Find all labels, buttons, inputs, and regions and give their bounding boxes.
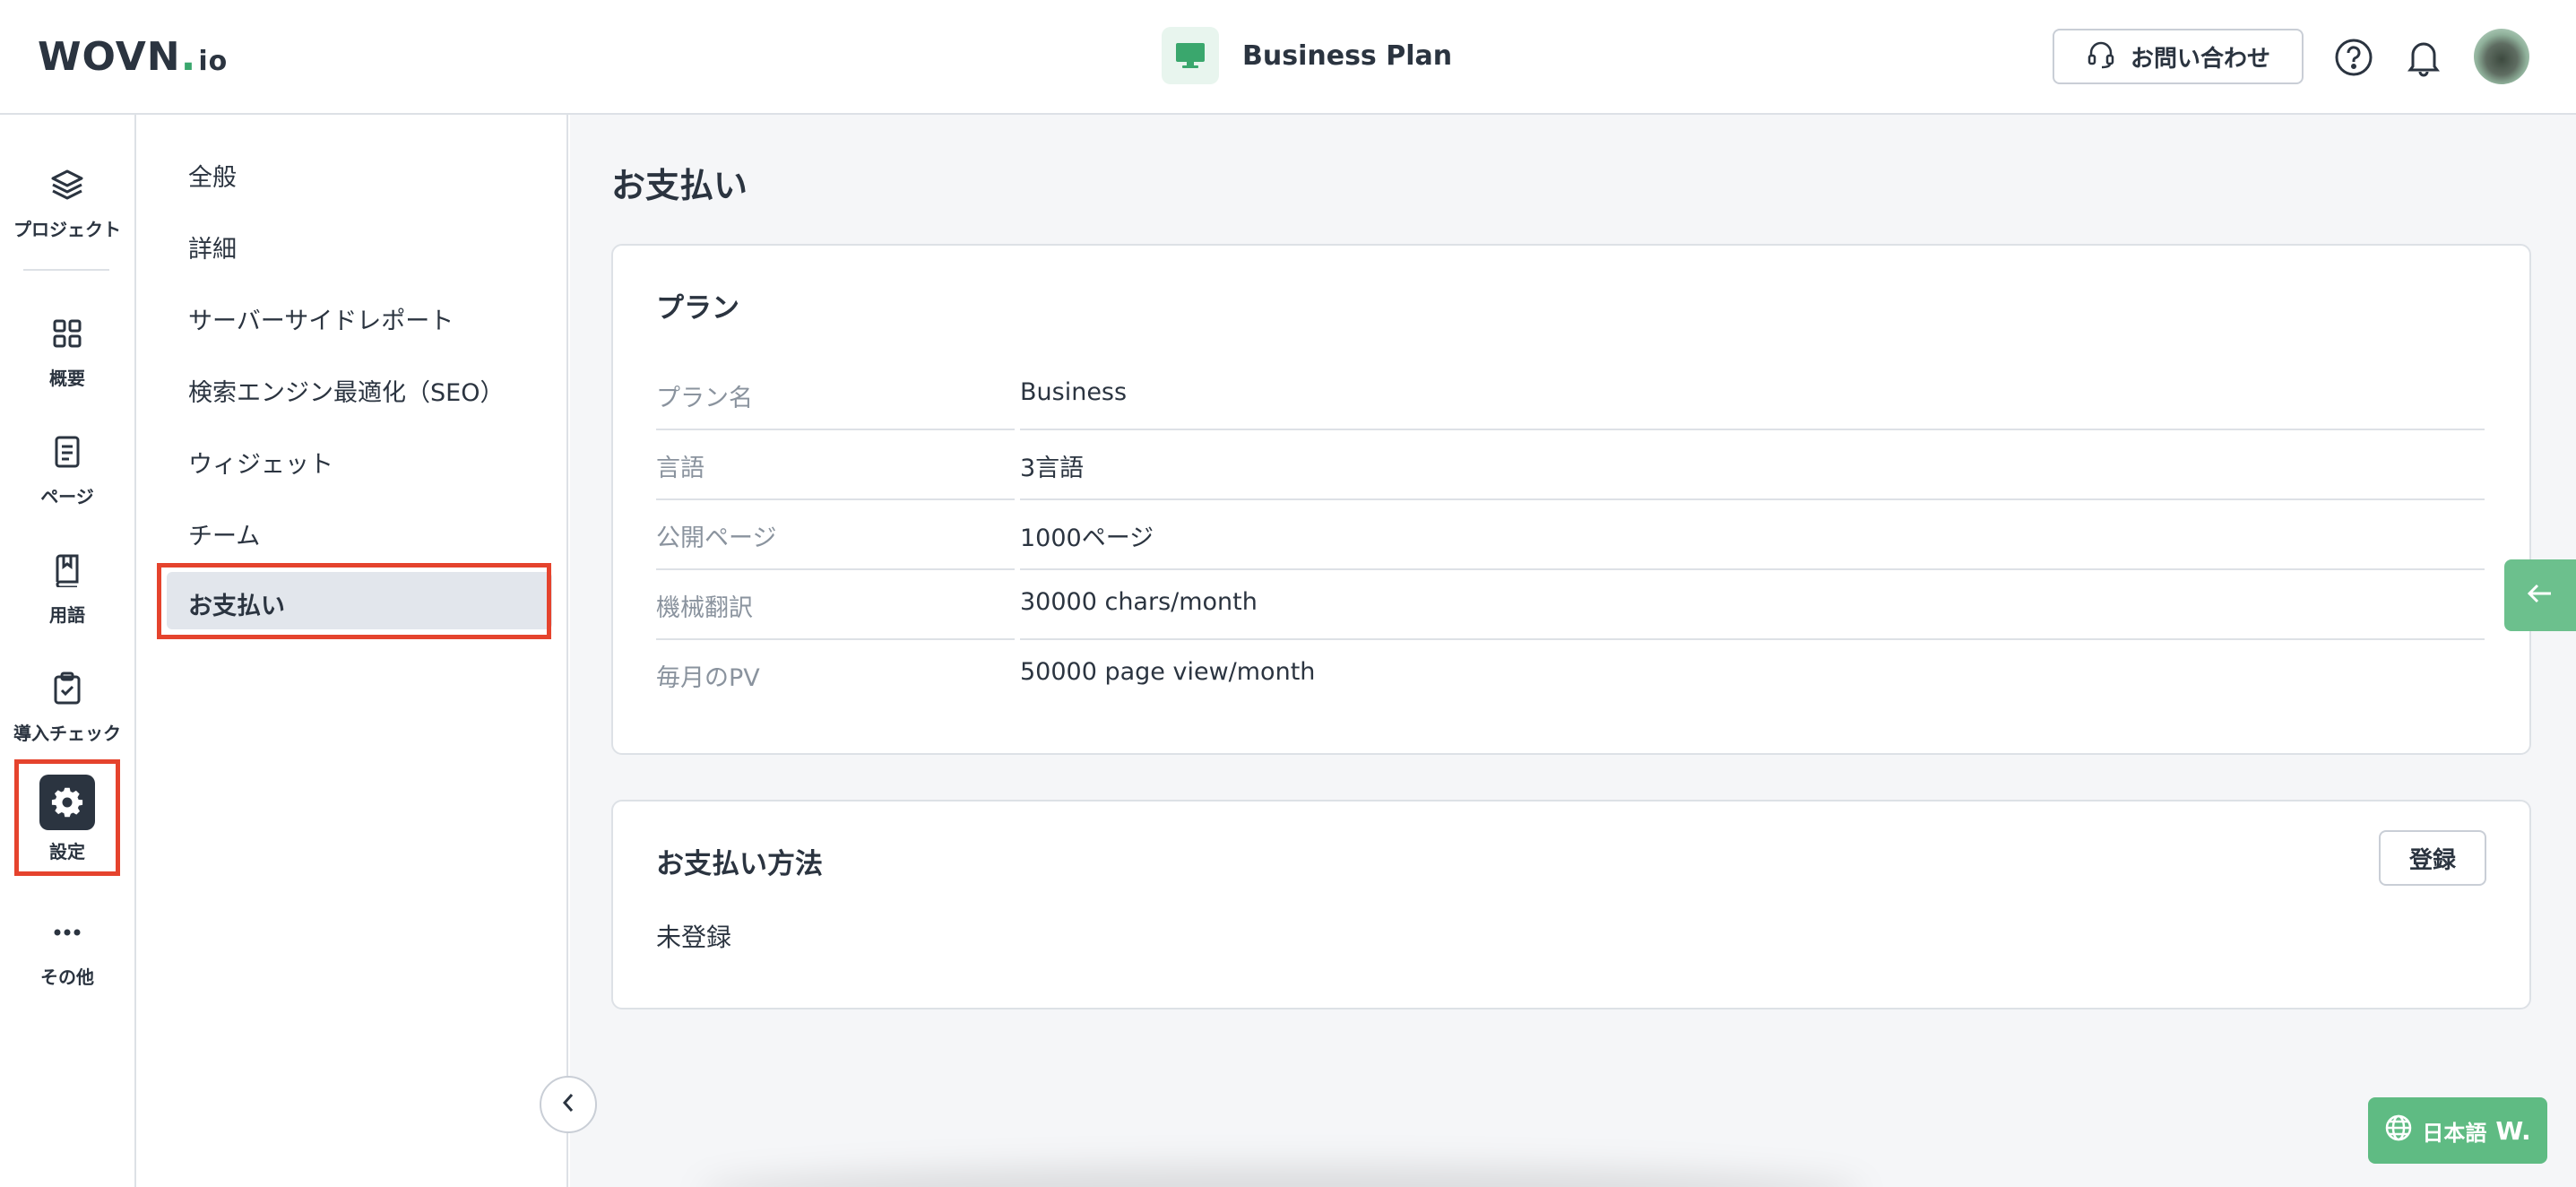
- side-panel-tab[interactable]: [2504, 559, 2576, 631]
- rail-item-label: 概要: [49, 368, 85, 389]
- plan-row-key: 言語: [656, 455, 705, 482]
- rail-item-label: プロジェクト: [13, 219, 121, 240]
- chevron-left-icon: [559, 1091, 577, 1118]
- language-widget[interactable]: 日本語 W.: [2368, 1097, 2547, 1164]
- settings-highlight-box: [14, 759, 120, 876]
- grid-icon: [44, 310, 91, 357]
- avatar[interactable]: [2474, 29, 2529, 84]
- layers-icon: [44, 161, 91, 208]
- help-icon[interactable]: [2332, 36, 2375, 79]
- rail-divider: [23, 269, 109, 271]
- subnav-item-widget[interactable]: ウィジェット: [188, 445, 333, 480]
- plan-row-key: 公開ページ: [656, 524, 777, 552]
- plan-card: プラン プラン名 Business 言語 3言語 公開ページ 1000ページ 機…: [611, 244, 2531, 755]
- subnav-item-details[interactable]: 詳細: [188, 230, 237, 264]
- rail-item-project[interactable]: プロジェクト: [0, 161, 134, 241]
- wovn-widget-logo: W.: [2495, 1115, 2531, 1146]
- plan-row: 毎月のPV 50000 page view/month: [656, 640, 2485, 710]
- logo-text: WOVN: [38, 34, 181, 80]
- globe-icon: [2384, 1113, 2413, 1148]
- contact-button-label: お問い合わせ: [2130, 45, 2270, 73]
- icon-rail: プロジェクト 概要 ページ 用語 導入チェック 設定 その他: [0, 115, 136, 1187]
- bell-icon[interactable]: [2402, 36, 2445, 79]
- plan-badge: Business Plan: [1162, 27, 1452, 84]
- contact-button[interactable]: お問い合わせ: [2053, 29, 2304, 84]
- rail-item-glossary[interactable]: 用語: [0, 547, 134, 627]
- subnav-item-server-side-report[interactable]: サーバーサイドレポート: [188, 301, 454, 336]
- plan-row-key: 毎月のPV: [656, 664, 760, 692]
- headset-icon: [2086, 39, 2116, 75]
- page-title: お支払い: [611, 166, 748, 205]
- rail-item-more[interactable]: その他: [0, 909, 134, 989]
- rail-item-pages[interactable]: ページ: [0, 429, 134, 508]
- payment-status: 未登録: [656, 923, 732, 952]
- top-header: WOVN.io Business Plan お問い合わせ: [0, 0, 2576, 115]
- logo-dot: .: [180, 34, 197, 80]
- language-label: 日本語: [2422, 1120, 2487, 1146]
- payment-method-title: お支払い方法: [656, 848, 823, 880]
- plan-name: Business Plan: [1242, 39, 1453, 72]
- rail-item-label: ページ: [40, 486, 94, 507]
- monitor-icon: [1162, 27, 1219, 84]
- plan-row-value: Business: [1020, 378, 1128, 406]
- plan-row: プラン名 Business: [656, 360, 2485, 430]
- book-icon: [44, 547, 91, 594]
- arrow-left-icon: [2527, 583, 2554, 608]
- rail-item-setup-check[interactable]: 導入チェック: [0, 665, 134, 745]
- plan-card-title: プラン: [656, 292, 739, 325]
- plan-row: 公開ページ 1000ページ: [656, 500, 2485, 570]
- rail-item-label: 用語: [49, 604, 85, 626]
- settings-subnav: 全般 詳細 サーバーサイドレポート 検索エンジン最適化（SEO） ウィジェット …: [136, 115, 568, 1187]
- bottom-shadow: [699, 1165, 1864, 1187]
- rail-item-overview[interactable]: 概要: [0, 310, 134, 390]
- plan-row-value: 3言語: [1020, 455, 1085, 482]
- plan-row-key: プラン名: [656, 385, 753, 412]
- rail-item-label: 導入チェック: [13, 723, 121, 744]
- plan-row: 機械翻訳 30000 chars/month: [656, 570, 2485, 640]
- clipboard-check-icon: [44, 665, 91, 712]
- plan-row-value: 50000 page view/month: [1020, 658, 1316, 686]
- document-icon: [44, 429, 91, 475]
- collapse-sidebar-button[interactable]: [540, 1076, 597, 1133]
- register-button[interactable]: 登録: [2379, 830, 2486, 886]
- subnav-item-seo[interactable]: 検索エンジン最適化（SEO）: [188, 373, 504, 408]
- plan-row: 言語 3言語: [656, 430, 2485, 500]
- rail-item-label: その他: [40, 966, 94, 988]
- logo-suffix: io: [198, 46, 229, 77]
- plan-row-key: 機械翻訳: [656, 594, 753, 622]
- subnav-item-team[interactable]: チーム: [188, 516, 260, 551]
- payment-highlight-box: [157, 563, 551, 639]
- plan-row-value: 30000 chars/month: [1020, 588, 1258, 616]
- main-content: お支払い プラン プラン名 Business 言語 3言語 公開ページ 1000…: [570, 115, 2576, 1187]
- payment-method-card: お支払い方法 登録 未登録: [611, 800, 2531, 1009]
- plan-row-value: 1000ページ: [1020, 524, 1154, 552]
- wovn-logo[interactable]: WOVN.io: [38, 34, 228, 80]
- more-icon: [44, 909, 91, 956]
- subnav-item-general[interactable]: 全般: [188, 158, 237, 193]
